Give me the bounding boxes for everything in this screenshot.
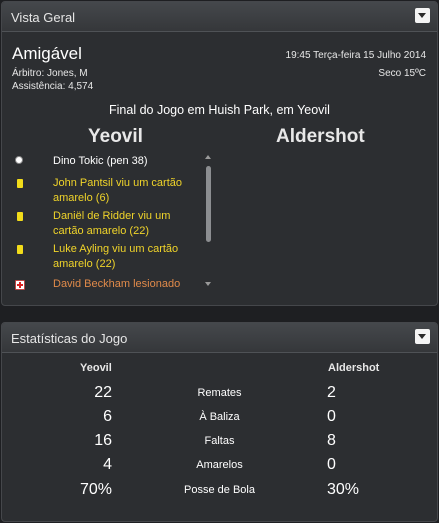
stat-away-value: 2	[327, 384, 336, 401]
stats-home-team: Yeovil	[80, 362, 112, 374]
yellow-card-icon	[17, 212, 23, 221]
match-summary: Final do Jogo em Huish Park, em Yeovil	[109, 103, 330, 117]
competition-name: Amigável	[12, 44, 82, 63]
stats-dropdown-button[interactable]	[415, 329, 430, 344]
event-item[interactable]: Daniël de Ridder viu um cartão amarelo (…	[53, 209, 203, 239]
overview-header: Vista Geral	[2, 2, 437, 32]
stat-away-value: 0	[327, 456, 336, 473]
stats-title: Estatísticas do Jogo	[11, 331, 128, 346]
overview-dropdown-button[interactable]	[415, 8, 430, 23]
goal-ball-icon	[15, 156, 23, 164]
stat-label: Amarelos	[196, 459, 243, 471]
stat-away-value: 8	[327, 432, 336, 449]
scroll-down-arrow[interactable]	[205, 282, 211, 286]
away-team-name[interactable]: Aldershot	[276, 126, 365, 148]
event-item[interactable]: David Beckham lesionado	[53, 277, 203, 292]
weather-info: Seco 15ºC	[378, 68, 426, 79]
referee-info: Árbitro: Jones, M	[12, 68, 88, 79]
event-item[interactable]: Dino Tokic (pen 38)	[53, 154, 203, 169]
stat-label: À Baliza	[199, 411, 240, 423]
stat-label: Posse de Bola	[184, 484, 255, 496]
yellow-card-icon	[17, 245, 23, 254]
stats-away-team: Aldershot	[328, 362, 380, 374]
scroll-up-arrow[interactable]	[205, 155, 211, 159]
injury-icon	[15, 280, 25, 290]
stat-away-value: 30%	[327, 481, 360, 498]
events-scrollbar[interactable]	[206, 166, 211, 242]
stat-label: Faltas	[204, 435, 235, 447]
match-datetime: 19:45 Terça-feira 15 Julho 2014	[285, 50, 426, 61]
overview-title: Vista Geral	[11, 10, 76, 25]
stat-label: Remates	[197, 387, 242, 399]
chevron-down-icon	[418, 334, 426, 339]
stats-header: Estatísticas do Jogo	[2, 323, 437, 353]
yellow-card-icon	[17, 179, 23, 188]
event-item[interactable]: Luke Ayling viu um cartão amarelo (22)	[53, 242, 203, 272]
stat-away-value: 0	[327, 408, 336, 425]
attendance-info: Assistência: 4,574	[12, 81, 94, 92]
home-team-name[interactable]: Yeovil	[88, 126, 143, 148]
event-item[interactable]: John Pantsil viu um cartão amarelo (6)	[53, 176, 203, 206]
chevron-down-icon	[418, 13, 426, 18]
